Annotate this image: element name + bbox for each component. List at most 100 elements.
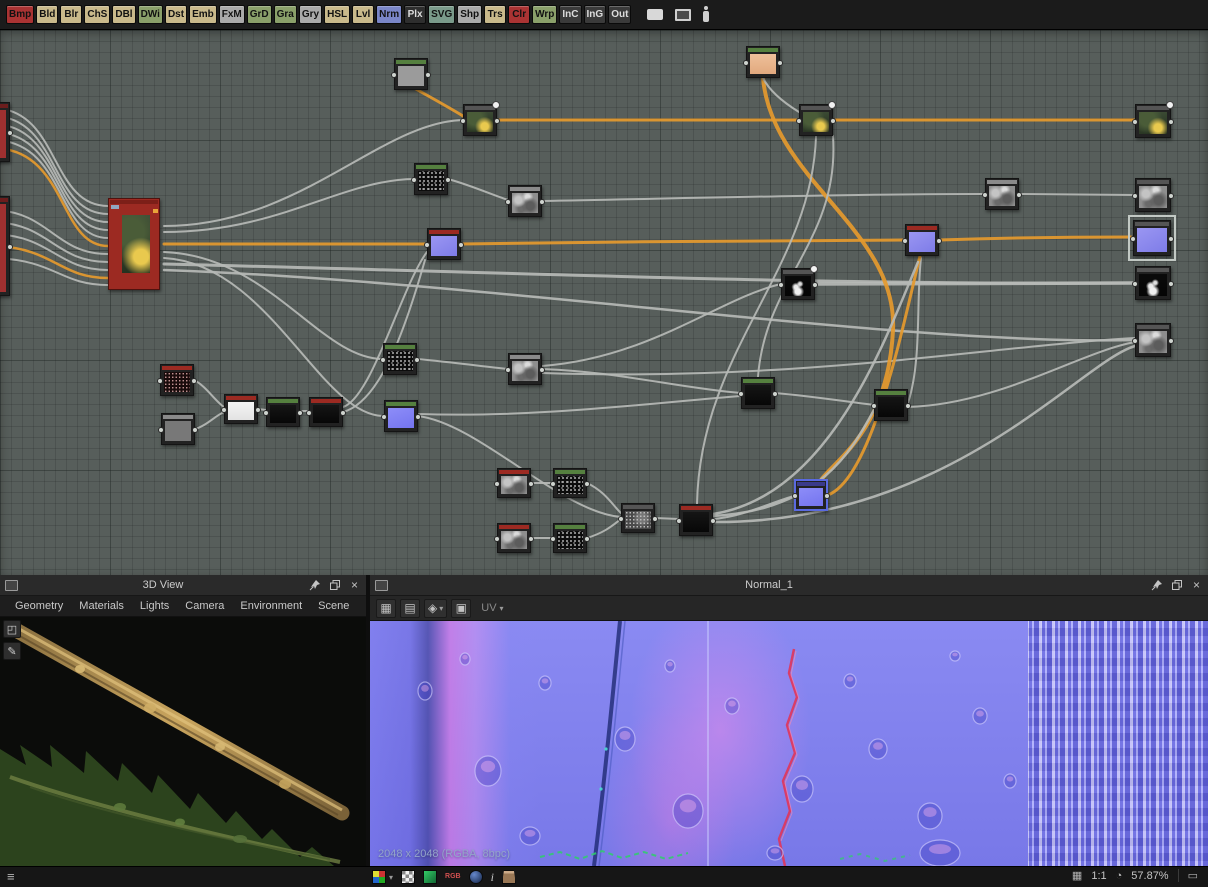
- snapshot-icon[interactable]: ◰: [3, 620, 21, 638]
- graph-node-drops-mix[interactable]: [618, 503, 658, 533]
- close-icon[interactable]: ×: [1190, 579, 1203, 592]
- node-output-dot[interactable]: [492, 101, 500, 109]
- menu-camera[interactable]: Camera: [178, 598, 231, 614]
- toolbar-button-trs[interactable]: Trs: [484, 5, 507, 24]
- 2d-viewport[interactable]: 2048 x 2048 (RGBA, 8bpc): [370, 621, 1208, 866]
- sphere-icon[interactable]: [468, 870, 483, 884]
- graph-node-edge-red-2[interactable]: [0, 196, 13, 296]
- toolbar-button-ing[interactable]: InG: [583, 5, 607, 24]
- toolbar-button-clr[interactable]: Clr: [508, 5, 531, 24]
- graph-node-blend-dark-1[interactable]: [738, 377, 778, 409]
- menu-scene[interactable]: Scene: [311, 598, 356, 614]
- node-output-dot[interactable]: [1166, 101, 1174, 109]
- caret-icon[interactable]: ▾: [389, 873, 393, 882]
- transform-icon[interactable]: ◈ ▾: [424, 598, 448, 618]
- graph-node-output-opacity[interactable]: [1132, 266, 1174, 300]
- pin-icon[interactable]: [1150, 579, 1163, 592]
- graph-node-blend-white[interactable]: [221, 394, 261, 424]
- graph-node-base-material[interactable]: [108, 198, 160, 290]
- toolbar-button-bld[interactable]: Bld: [36, 5, 59, 24]
- graph-node-levels-dark-2[interactable]: [306, 397, 346, 427]
- toolbar-button-plx[interactable]: Plx: [404, 5, 427, 24]
- graph-node-drops-spec-2[interactable]: [550, 523, 590, 553]
- graph-node-levels-dark-1[interactable]: [263, 397, 303, 427]
- save-icon[interactable]: ▤: [400, 598, 420, 618]
- comment-icon[interactable]: [647, 9, 664, 20]
- checker-icon[interactable]: [401, 870, 416, 884]
- graph-node-output-basecolor[interactable]: [1132, 101, 1174, 138]
- graph-node-uniform-dark[interactable]: [158, 413, 198, 445]
- info-icon[interactable]: i: [491, 870, 494, 884]
- toolbar-button-bmp[interactable]: Bmp: [6, 5, 35, 24]
- toolbar-button-dbl[interactable]: DBl: [112, 5, 136, 24]
- graph-node-normal-combine-1[interactable]: [424, 228, 464, 260]
- graph-node-uniform-gray[interactable]: [391, 58, 431, 90]
- float-icon[interactable]: [1170, 579, 1183, 592]
- uv-mode-dropdown[interactable]: UV ▾: [475, 602, 509, 614]
- graph-node-clouds-3[interactable]: [982, 178, 1022, 210]
- toolbar-button-emb[interactable]: Emb: [189, 5, 217, 24]
- material-icon[interactable]: [423, 870, 438, 884]
- frame-icon[interactable]: [675, 8, 692, 21]
- menu-environment[interactable]: Environment: [233, 598, 309, 614]
- graph-node-noise-fine-1[interactable]: [411, 163, 451, 195]
- toolbar-button-inc[interactable]: InC: [559, 5, 582, 24]
- float-icon[interactable]: [328, 579, 341, 592]
- toolbar-button-lvl[interactable]: Lvl: [352, 5, 375, 24]
- graph-node-leaf-mask[interactable]: [778, 265, 818, 300]
- toolbar-button-gra[interactable]: Gra: [273, 5, 297, 24]
- 3d-viewport[interactable]: ◰ ✎: [0, 617, 366, 866]
- graph-canvas[interactable]: [0, 30, 1208, 575]
- pixel-ratio[interactable]: 1:1: [1091, 870, 1106, 882]
- toolbar-button-chs[interactable]: ChS: [84, 5, 111, 24]
- rgb-channels-icon[interactable]: RGB: [445, 870, 461, 884]
- graph-node-normal-drops[interactable]: [381, 400, 421, 432]
- graph-node-blend-red[interactable]: [676, 504, 716, 536]
- menu-geometry[interactable]: Geometry: [8, 598, 70, 614]
- toolbar-button-blr[interactable]: Blr: [60, 5, 83, 24]
- graph-node-blend-dark-2[interactable]: [871, 389, 911, 421]
- graph-node-drops-gray-2[interactable]: [494, 523, 534, 553]
- graph-node-grunge-red[interactable]: [157, 364, 197, 396]
- picker-icon[interactable]: ✎: [3, 642, 21, 660]
- toolbar-button-dwi[interactable]: DWi: [137, 5, 163, 24]
- pin-tool-icon[interactable]: [703, 5, 710, 22]
- toolbar-button-fxm[interactable]: FxM: [218, 5, 245, 24]
- tiles-icon[interactable]: ▦: [1072, 869, 1082, 882]
- graph-node-normal-water[interactable]: [792, 479, 830, 511]
- graph-node-clouds-2[interactable]: [505, 353, 545, 385]
- toolbar-button-wrp[interactable]: Wrp: [532, 5, 558, 24]
- zoom-circle-icon[interactable]: ◔: [1116, 870, 1123, 882]
- pin-icon[interactable]: [308, 579, 321, 592]
- graph-node-drops-spec-1[interactable]: [550, 468, 590, 498]
- outliner-icon[interactable]: ≡: [7, 869, 15, 884]
- display-icon[interactable]: ▭: [1188, 869, 1198, 882]
- toolbar-button-gry[interactable]: Gry: [298, 5, 323, 24]
- image-info-icon[interactable]: ▣: [451, 598, 472, 618]
- graph-node-uniform-peach[interactable]: [743, 46, 783, 78]
- toolbar-button-hsl[interactable]: HSL: [324, 5, 351, 24]
- toolbar-button-grd[interactable]: GrD: [246, 5, 272, 24]
- menu-materials[interactable]: Materials: [72, 598, 131, 614]
- graph-node-edge-red-1[interactable]: [0, 102, 13, 162]
- bucket-icon[interactable]: [501, 870, 516, 884]
- grid-icon[interactable]: ▦: [376, 598, 396, 618]
- graph-node-noise-fine-2[interactable]: [380, 343, 420, 375]
- toolbar-button-shp[interactable]: Shp: [457, 5, 483, 24]
- graph-node-drops-gray-1[interactable]: [494, 468, 534, 498]
- graph-node-output-normal[interactable]: [1128, 215, 1176, 261]
- graph-node-normal-combine-2[interactable]: [902, 224, 942, 256]
- zoom-percent[interactable]: 57.87%: [1131, 870, 1168, 882]
- toolbar-button-nrm[interactable]: Nrm: [376, 5, 403, 24]
- color-chart-icon[interactable]: [372, 870, 386, 884]
- close-icon[interactable]: ×: [348, 579, 361, 592]
- node-output-dot[interactable]: [828, 101, 836, 109]
- graph-node-clouds-1[interactable]: [505, 185, 545, 217]
- toolbar-button-svg[interactable]: SVG: [428, 5, 456, 24]
- graph-node-output-roughness[interactable]: [1132, 178, 1174, 212]
- menu-lights[interactable]: Lights: [133, 598, 176, 614]
- toolbar-button-out[interactable]: Out: [608, 5, 632, 24]
- node-output-dot[interactable]: [810, 265, 818, 273]
- graph-node-leaf-diffuse-1[interactable]: [460, 101, 500, 136]
- graph-node-leaf-diffuse-2[interactable]: [796, 101, 836, 136]
